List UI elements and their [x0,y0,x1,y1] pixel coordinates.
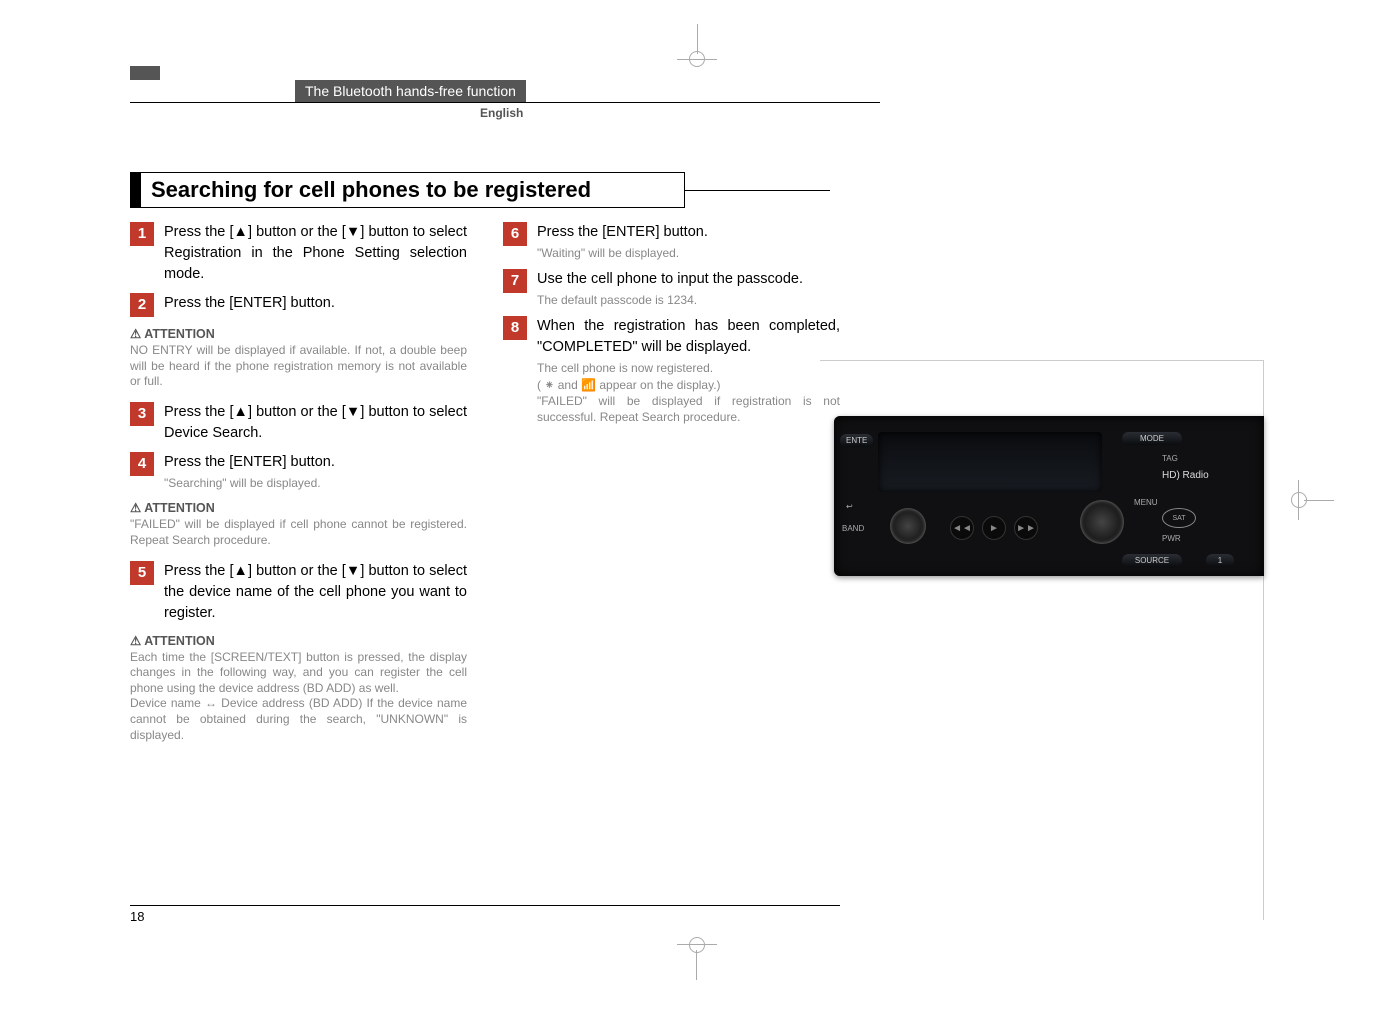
guide-line-horizontal [820,360,1264,361]
hd-radio-logo: HD) Radio [1162,470,1209,481]
ente-button-label: ENTE [840,434,873,447]
prev-track-icon: ◄◄ [950,516,974,540]
volume-knob-icon [890,508,926,544]
attention-heading: ATTENTION [130,632,467,650]
step-text: Press the [▲] button or the [▼] button t… [164,402,467,444]
step-text: Press the [ENTER] button. [164,452,467,473]
step-5: 5 Press the [▲] button or the [▼] button… [130,561,467,624]
step-number: 1 [130,222,154,246]
step-number: 2 [130,293,154,317]
band-label: BAND [842,524,864,533]
crop-mark-top [677,24,717,84]
step-number: 5 [130,561,154,585]
transport-buttons: ◄◄ ► ►► [950,516,1038,540]
title-block: Searching for cell phones to be register… [130,172,830,208]
header: The Bluetooth hands-free function Englis… [130,80,1264,116]
left-column: 1 Press the [▲] button or the [▼] button… [130,222,467,755]
page-title: Searching for cell phones to be register… [151,177,591,202]
step-number: 3 [130,402,154,426]
mode-button-label: MODE [1122,432,1182,445]
crop-mark-bottom [677,920,717,980]
header-rule [130,102,880,103]
right-column: 6 Press the [ENTER] button. "Waiting" wi… [503,222,840,755]
attention-note: ATTENTION "FAILED" will be displayed if … [130,499,467,548]
step-7: 7 Use the cell phone to input the passco… [503,269,840,308]
tag-label: TAG [1162,454,1178,463]
preset-1-button: 1 [1206,554,1234,567]
step-text: Press the [▲] button or the [▼] button t… [164,222,467,285]
step-2: 2 Press the [ENTER] button. [130,293,467,317]
source-button-label: SOURCE [1122,554,1182,567]
attention-note: ATTENTION NO ENTRY will be displayed if … [130,325,467,390]
step-8: 8 When the registration has been complet… [503,316,840,425]
back-icon: ↩ [846,502,853,511]
step-text: Press the [ENTER] button. [164,293,467,314]
step-number: 4 [130,452,154,476]
attention-body: NO ENTRY will be displayed if available.… [130,343,467,390]
attention-body: Each time the [SCREEN/TEXT] button is pr… [130,650,467,744]
page-number: 18 [130,909,144,924]
section-label: The Bluetooth hands-free function [295,80,526,102]
sat-radio-logo: SAT [1162,508,1196,528]
step-3: 3 Press the [▲] button or the [▼] button… [130,402,467,444]
stereo-screen [878,432,1102,492]
attention-body: "FAILED" will be displayed if cell phone… [130,517,467,548]
crop-mark-right [1274,480,1334,520]
step-6: 6 Press the [ENTER] button. "Waiting" wi… [503,222,840,261]
tune-knob-icon [1080,500,1124,544]
step-subtext: The default passcode is 1234. [537,292,840,308]
step-text: Press the [ENTER] button. [537,222,840,243]
menu-label: MENU [1134,498,1158,507]
attention-heading: ATTENTION [130,499,467,517]
attention-note: ATTENTION Each time the [SCREEN/TEXT] bu… [130,632,467,744]
step-text: Use the cell phone to input the passcode… [537,269,840,290]
step-4: 4 Press the [ENTER] button. "Searching" … [130,452,467,491]
step-subtext: "Searching" will be displayed. [164,475,467,491]
step-text: Press the [▲] button or the [▼] button t… [164,561,467,624]
next-track-icon: ►► [1014,516,1038,540]
pwr-label: PWR [1162,534,1181,543]
step-number: 6 [503,222,527,246]
attention-heading: ATTENTION [130,325,467,343]
step-number: 7 [503,269,527,293]
language-label: English [480,106,523,120]
step-subtext: "Waiting" will be displayed. [537,245,840,261]
step-text: When the registration has been completed… [537,316,840,358]
step-1: 1 Press the [▲] button or the [▼] button… [130,222,467,285]
car-stereo-illustration: ENTE MODE TAG HD) Radio ◄◄ ► ►► MENU SAT… [834,416,1264,576]
step-subtext: The cell phone is now registered. ( ⁕ an… [537,360,840,425]
header-dark-tab-left [130,66,160,80]
footer-rule [130,905,840,906]
play-icon: ► [982,516,1006,540]
step-number: 8 [503,316,527,340]
